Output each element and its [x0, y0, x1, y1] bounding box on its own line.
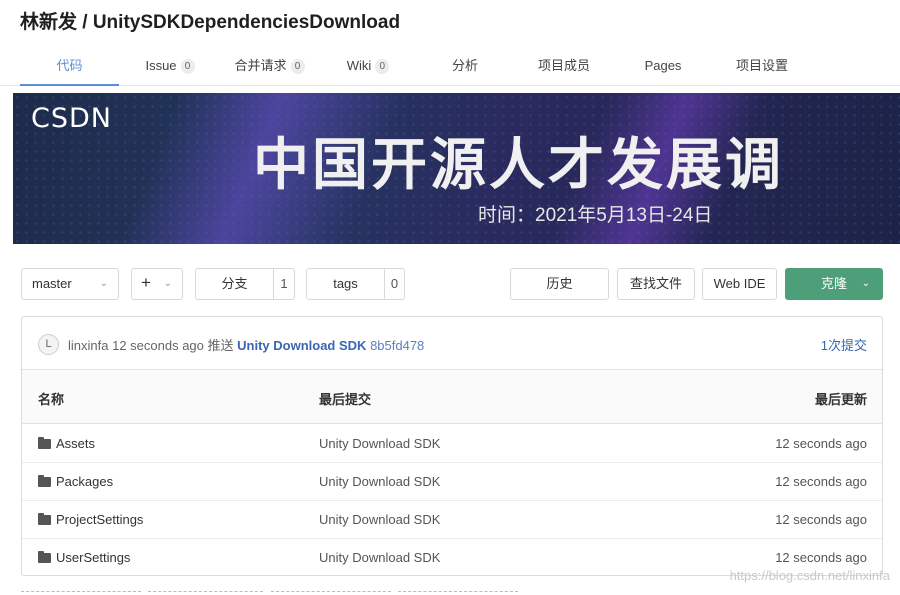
table-row[interactable]: Packages Unity Download SDK 12 seconds a…	[22, 463, 882, 501]
watermark: https://blog.csdn.net/linxinfa	[729, 568, 890, 583]
tab-label: Issue	[145, 58, 177, 73]
row-updated: 12 seconds ago	[775, 436, 867, 451]
issue-count-badge: 0	[180, 59, 195, 74]
header-name: 名称	[38, 392, 65, 407]
avatar[interactable]: L	[38, 334, 59, 355]
commits-count-link[interactable]: 1次提交	[821, 335, 867, 354]
folder-icon	[38, 513, 51, 525]
row-commit-link[interactable]: Unity Download SDK	[319, 474, 440, 489]
folder-icon	[38, 437, 51, 449]
tab-label: 项目设置	[735, 58, 788, 73]
commit-action: 推送	[207, 338, 234, 353]
promo-banner[interactable]: CSDN 中国开源人才发展调 时间：2021年5月13日-24日	[13, 93, 900, 244]
add-dropdown-button[interactable]: + ⌄	[131, 268, 183, 300]
table-header: 名称 最后提交 最后更新	[22, 370, 882, 424]
folder-link[interactable]: UserSettings	[38, 550, 130, 565]
row-updated: 12 seconds ago	[775, 474, 867, 489]
tab-wiki[interactable]: Wiki 0	[333, 46, 403, 86]
folder-name: Assets	[56, 436, 96, 451]
folder-name: UserSettings	[56, 550, 131, 565]
tags-button[interactable]: tags 0	[306, 268, 405, 300]
plus-icon: +	[141, 273, 151, 292]
file-browser: L linxinfa 12 seconds ago 推送 Unity Downl…	[21, 316, 883, 576]
tab-issue[interactable]: Issue 0	[135, 46, 205, 86]
row-commit-link[interactable]: Unity Download SDK	[319, 550, 440, 565]
dashed-divider	[271, 591, 391, 595]
tab-label: 分析	[451, 58, 478, 73]
commit-summary: linxinfa 12 seconds ago 推送 Unity Downloa…	[68, 335, 424, 354]
folder-name: ProjectSettings	[56, 512, 144, 527]
tab-label: 项目成员	[537, 58, 590, 73]
chevron-down-icon: ⌄	[99, 278, 108, 289]
folder-icon	[38, 551, 51, 563]
header-last-commit: 最后提交	[319, 392, 372, 407]
chevron-down-icon: ⌄	[861, 278, 870, 289]
header-last-update: 最后更新	[814, 392, 867, 407]
clone-label: 克隆	[820, 276, 847, 291]
tags-label: tags	[333, 276, 358, 291]
last-commit-bar: L linxinfa 12 seconds ago 推送 Unity Downl…	[22, 317, 882, 370]
row-updated: 12 seconds ago	[775, 512, 867, 527]
commit-message-link[interactable]: Unity Download SDK	[237, 338, 366, 353]
branch-select[interactable]: master ⌄	[21, 268, 119, 300]
branches-count: 1	[273, 269, 294, 299]
dashed-divider	[21, 591, 141, 595]
table-row[interactable]: ProjectSettings Unity Download SDK 12 se…	[22, 501, 882, 539]
commit-hash-link[interactable]: 8b5fd478	[370, 338, 424, 353]
clone-button[interactable]: 克隆 ⌄	[785, 268, 883, 300]
folder-link[interactable]: ProjectSettings	[38, 512, 143, 527]
tab-label: Pages	[644, 58, 682, 73]
tab-code[interactable]: 代码	[20, 46, 119, 86]
tab-merge-requests[interactable]: 合并请求 0	[222, 46, 317, 86]
folder-name: Packages	[56, 474, 114, 489]
tab-analytics[interactable]: 分析	[440, 46, 490, 86]
folder-icon	[38, 475, 51, 487]
banner-dates: 时间：2021年5月13日-24日	[478, 205, 713, 226]
tab-pages[interactable]: Pages	[638, 46, 688, 86]
wiki-count-badge: 0	[375, 59, 390, 74]
dashed-divider	[148, 591, 263, 595]
branches-button[interactable]: 分支 1	[195, 268, 295, 300]
tab-members[interactable]: 项目成员	[528, 46, 600, 86]
chevron-down-icon: ⌄	[163, 278, 172, 289]
web-ide-button[interactable]: Web IDE	[702, 268, 777, 300]
row-commit-link[interactable]: Unity Download SDK	[319, 512, 440, 527]
tab-label: 代码	[56, 58, 83, 73]
mr-count-badge: 0	[290, 59, 305, 74]
dashed-divider	[398, 591, 518, 595]
tab-label: 合并请求	[234, 58, 287, 73]
row-updated: 12 seconds ago	[775, 550, 867, 565]
tab-label: Wiki	[346, 58, 372, 73]
tags-count: 0	[384, 269, 404, 299]
row-commit-link[interactable]: Unity Download SDK	[319, 436, 440, 451]
commit-author[interactable]: linxinfa	[68, 338, 108, 353]
branch-name: master	[32, 276, 72, 291]
csdn-logo: CSDN	[31, 103, 112, 134]
history-button[interactable]: 历史	[510, 268, 609, 300]
project-tabs: 代码 Issue 0 合并请求 0 Wiki 0 分析 项目成员 Pages 项目设置	[0, 46, 900, 86]
banner-headline: 中国开源人才发展调	[253, 133, 784, 198]
repo-title: 林新发 / UnitySDKDependenciesDownload	[20, 12, 401, 33]
commit-time: 12 seconds ago	[112, 338, 204, 353]
find-file-button[interactable]: 查找文件	[617, 268, 695, 300]
tab-settings[interactable]: 项目设置	[726, 46, 798, 86]
folder-link[interactable]: Assets	[38, 436, 95, 451]
folder-link[interactable]: Packages	[38, 474, 113, 489]
table-row[interactable]: Assets Unity Download SDK 12 seconds ago	[22, 425, 882, 463]
branches-label: 分支	[221, 276, 248, 291]
